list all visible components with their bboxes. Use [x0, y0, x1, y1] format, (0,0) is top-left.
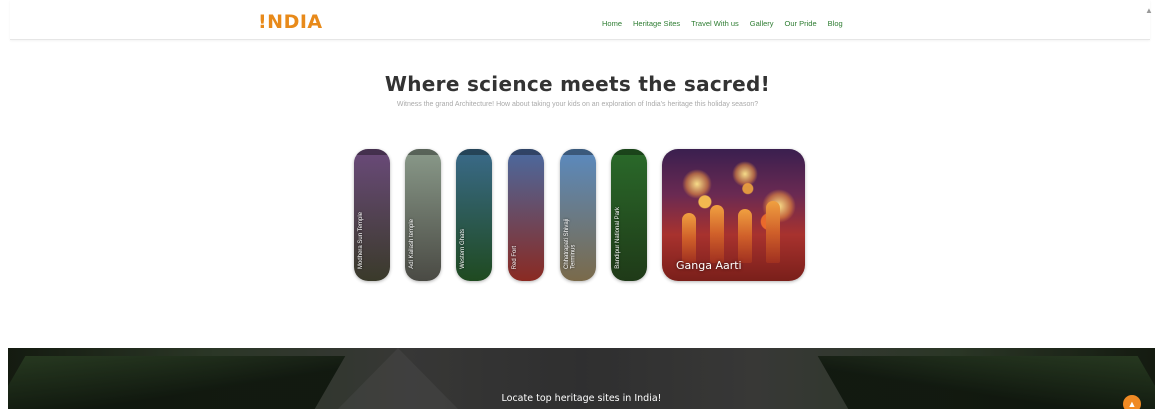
nav-travel-with-us[interactable]: Travel With us	[691, 19, 739, 28]
page-title: Where science meets the sacred!	[384, 72, 771, 96]
site-header: !NDIA Home Heritage Sites Travel With us…	[10, 0, 1150, 40]
lamp-glow	[732, 161, 758, 187]
gallery-card-adi-kailash-temple[interactable]: Adi Kailash temple	[405, 149, 441, 281]
gallery-card-red-fort[interactable]: Red Fort	[508, 149, 544, 281]
priest-figure	[682, 213, 696, 263]
card-topbar	[560, 149, 596, 155]
priest-figure	[766, 201, 780, 263]
nav-our-pride[interactable]: Our Pride	[785, 19, 817, 28]
main-nav: Home Heritage Sites Travel With us Galle…	[602, 19, 854, 28]
card-topbar	[354, 149, 390, 155]
scrollbar-indicator[interactable]: ▲	[1145, 6, 1153, 22]
lamp-glow	[682, 169, 712, 199]
gallery-card-modhera-sun-temple[interactable]: Modhera Sun Temple	[354, 149, 390, 281]
banner-heading: Locate top heritage sites in India!	[501, 393, 662, 404]
nav-blog[interactable]: Blog	[828, 19, 843, 28]
priest-figure	[710, 205, 724, 263]
priest-figure	[738, 209, 752, 263]
card-label: Western Ghats	[460, 229, 466, 269]
back-to-top-button[interactable]: ▲	[1123, 395, 1141, 409]
card-label: Adi Kailash temple	[409, 219, 415, 269]
gallery-card-chhatrapati-shivaji-terminus[interactable]: Chhatrapati Shivaji Terminus	[560, 149, 596, 281]
card-topbar	[405, 149, 441, 155]
heritage-banner: Locate top heritage sites in India!	[8, 348, 1155, 409]
gallery-card-ganga-aarti[interactable]: Ganga Aarti	[662, 149, 805, 281]
gallery-card-bandipur-national-park[interactable]: Bandipur National Park	[611, 149, 647, 281]
card-label: Modhera Sun Temple	[358, 212, 364, 269]
card-label: Red Fort	[512, 245, 518, 269]
card-topbar	[456, 149, 492, 155]
card-topbar	[508, 149, 544, 155]
card-label: Chhatrapati Shivaji Terminus	[564, 218, 577, 269]
card-label: Bandipur National Park	[615, 207, 621, 269]
nav-gallery[interactable]: Gallery	[750, 19, 774, 28]
nav-heritage-sites[interactable]: Heritage Sites	[633, 19, 680, 28]
nav-home[interactable]: Home	[602, 19, 622, 28]
page-subtitle: Witness the grand Architecture! How abou…	[396, 101, 759, 108]
arrow-up-icon: ▲	[1127, 399, 1137, 409]
gallery-card-western-ghats[interactable]: Western Ghats	[456, 149, 492, 281]
card-topbar	[611, 149, 647, 155]
site-logo[interactable]: !NDIA	[258, 11, 323, 33]
card-label: Ganga Aarti	[676, 259, 742, 272]
